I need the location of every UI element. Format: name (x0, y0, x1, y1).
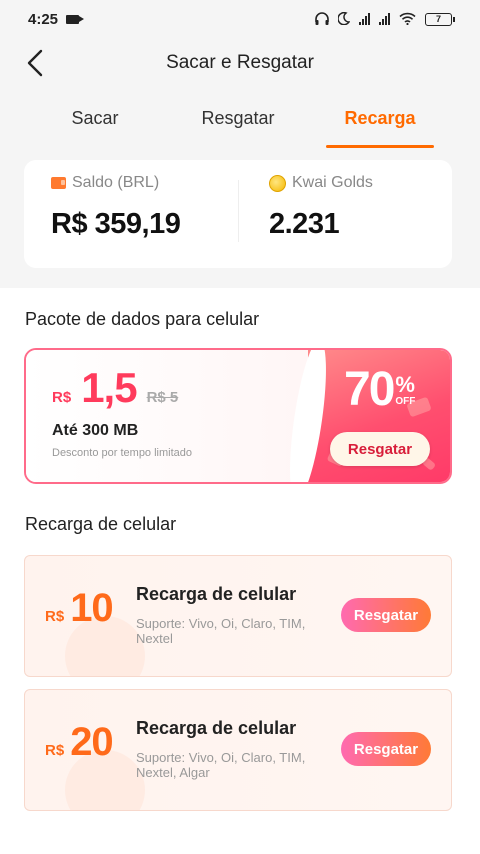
section-title-topup: Recarga de celular (25, 514, 177, 534)
balance-brl-value: R$ 359,19 (51, 208, 181, 240)
signal-icon (359, 13, 370, 25)
balance-golds: Kwai Golds 2.231 (269, 174, 373, 241)
active-tab-indicator (326, 145, 434, 148)
app-header: Sacar e Resgatar (0, 38, 480, 88)
topup-support: Suporte: Vivo, Oi, Claro, TIM, Nextel (136, 616, 306, 646)
topup-price: R$ 20 (45, 720, 114, 765)
wallet-icon (51, 177, 66, 189)
gold-coin-icon (269, 174, 286, 192)
redeem-topup-10-button[interactable]: Resgatar (341, 598, 431, 632)
redeem-data-button[interactable]: Resgatar (330, 432, 430, 466)
topup-currency: R$ (45, 742, 65, 759)
balance-golds-value: 2.231 (269, 208, 340, 240)
promo-note: Desconto por tempo limitado (52, 447, 193, 459)
status-time: 4:25 (28, 10, 59, 28)
topup-title: Recarga de celular (136, 718, 297, 738)
topup-price: R$ 10 (45, 586, 114, 631)
tab-resgatar[interactable]: Resgatar (168, 108, 308, 129)
promo-subtitle: Até 300 MB (52, 422, 139, 439)
redeem-topup-20-button[interactable]: Resgatar (341, 732, 431, 766)
video-camera-icon (66, 14, 85, 24)
promo-old-price: R$ 5 (146, 389, 179, 406)
promo-currency: R$ (52, 389, 72, 406)
tab-bar: Sacar Resgatar Recarga (0, 88, 480, 150)
section-title-data: Pacote de dados para celular (25, 309, 260, 329)
moon-icon (337, 11, 351, 27)
discount-badge: 70 % OFF (344, 362, 415, 417)
tab-sacar[interactable]: Sacar (25, 108, 165, 129)
balance-card: Saldo (BRL) R$ 359,19 Kwai Golds 2.231 (24, 160, 452, 268)
status-icons: 7 (315, 11, 455, 27)
wifi-icon (399, 12, 416, 27)
headphones-icon (315, 11, 329, 27)
status-bar: 4:25 7 (0, 0, 480, 38)
balance-section: Saldo (BRL) R$ 359,19 Kwai Golds 2.231 (0, 150, 480, 288)
topup-title: Recarga de celular (136, 584, 297, 604)
discount-percent: % (395, 372, 415, 397)
balance-brl: Saldo (BRL) R$ 359,19 (51, 174, 181, 241)
signal-icon-2 (379, 13, 390, 25)
topup-value: 20 (70, 720, 113, 764)
discount-off: OFF (395, 396, 416, 407)
topup-value: 10 (70, 586, 113, 630)
divider (238, 180, 239, 242)
promo-price: R$ 1,5 R$ 5 (52, 364, 178, 412)
promo-price-value: 1,5 (81, 364, 137, 411)
page-title: Sacar e Resgatar (166, 52, 314, 73)
topup-support: Suporte: Vivo, Oi, Claro, TIM, Nextel, A… (136, 750, 306, 780)
topup-card-10[interactable]: R$ 10 Recarga de celular Suporte: Vivo, … (24, 555, 452, 677)
topup-card-20[interactable]: R$ 20 Recarga de celular Suporte: Vivo, … (24, 689, 452, 811)
discount-value: 70 (344, 363, 395, 416)
topup-currency: R$ (45, 608, 65, 625)
data-package-card[interactable]: R$ 1,5 R$ 5 Até 300 MB Desconto por temp… (24, 348, 452, 484)
tab-recarga[interactable]: Recarga (310, 108, 450, 129)
balance-brl-label: Saldo (BRL) (72, 174, 160, 191)
balance-golds-label: Kwai Golds (292, 174, 373, 191)
battery-icon: 7 (425, 12, 455, 26)
